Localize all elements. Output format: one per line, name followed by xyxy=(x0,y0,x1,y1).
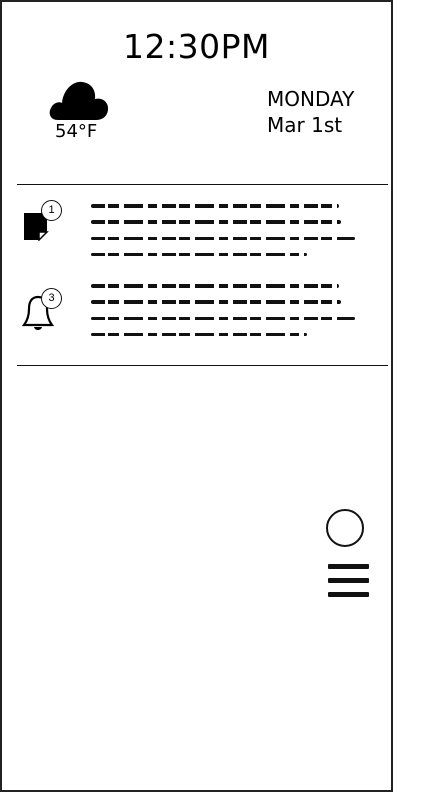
home-circle-icon[interactable] xyxy=(326,509,364,547)
notification-count-badge: 3 xyxy=(41,288,62,309)
divider-bottom xyxy=(17,365,388,366)
current-date: Mar 1st xyxy=(267,113,343,137)
clock-time: 12:30PM xyxy=(123,27,270,66)
day-of-week: MONDAY xyxy=(267,87,355,111)
divider-top xyxy=(17,184,388,185)
notification-count-badge: 1 xyxy=(41,200,62,221)
notification-text xyxy=(91,204,361,269)
hamburger-menu-icon[interactable] xyxy=(328,564,369,597)
temperature: 54°F xyxy=(55,121,98,142)
cloud-icon xyxy=(49,81,109,120)
notification-text xyxy=(91,284,361,349)
